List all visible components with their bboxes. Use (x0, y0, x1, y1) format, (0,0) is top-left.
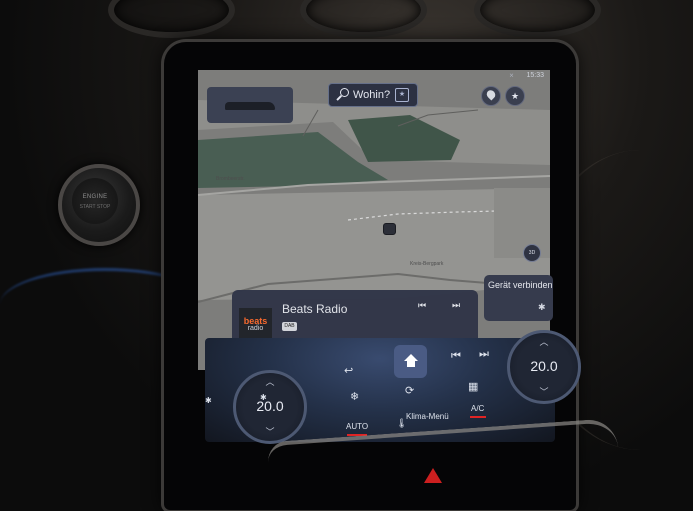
map-street-label: Brombeerstr. (216, 176, 245, 182)
chevron-up-icon[interactable]: ︿ (510, 335, 578, 348)
pin-icon (484, 88, 498, 101)
chevron-down-icon[interactable]: ﹀ (510, 385, 578, 398)
auto-climate-button[interactable]: AUTO (346, 422, 368, 431)
air-vent-center (300, 0, 427, 38)
previous-track-icon[interactable]: ⏮ (418, 300, 426, 311)
hazard-light-button[interactable] (424, 468, 442, 483)
air-vent-right (474, 0, 601, 38)
start-button-face[interactable]: ENGINE START STOP (72, 178, 118, 224)
car-interior-scene: ENGINE START STOP Wohin? ★ ⨯ 15:33 ★ Bro… (0, 0, 693, 511)
mute-icon: ⨯ (508, 73, 514, 79)
fan-icon[interactable]: ✱ (260, 393, 267, 402)
map-view-3d-icon[interactable]: 3D (523, 244, 541, 262)
dab-badge: DAB (282, 322, 297, 331)
passenger-temperature-value: 20.0 (530, 358, 558, 374)
map-area-label: Kreis-Bergpark (410, 261, 444, 267)
defrost-rear-icon[interactable]: ▦ (468, 380, 478, 393)
search-label: Wohin? (353, 89, 391, 101)
start-button-sublabel: START STOP (79, 204, 111, 210)
favorites-button[interactable]: ★ (505, 86, 525, 106)
vehicle-status-card[interactable] (207, 87, 293, 123)
back-icon[interactable]: ↩ (344, 364, 353, 377)
air-recirculation-icon[interactable]: ⟳ (405, 384, 414, 397)
bookmark-icon[interactable]: ★ (395, 88, 409, 102)
home-button[interactable] (394, 345, 427, 378)
passenger-temperature-knob[interactable]: ︿ 20.0 ﹀ (507, 330, 581, 404)
air-vent-left (108, 0, 235, 38)
car-icon (225, 102, 275, 110)
defrost-front-icon[interactable]: ❄ (350, 390, 359, 403)
station-logo-top: beats (243, 315, 268, 326)
driver-temperature-knob[interactable]: ︿ 20.0 ﹀ (233, 370, 307, 444)
home-icon (404, 354, 418, 367)
station-logo-bottom: radio (247, 324, 264, 332)
chevron-down-icon[interactable]: ﹀ (236, 425, 304, 438)
clock: 15:33 (526, 72, 544, 79)
start-button-label: ENGINE (82, 194, 108, 200)
station-logo: beats radio (239, 308, 272, 341)
bluetooth-icon: ✱ (538, 302, 546, 312)
climate-menu-button[interactable]: Klima-Menü (406, 412, 449, 421)
seat-heat-icon[interactable]: ✱ (205, 396, 212, 405)
previous-track-icon[interactable]: ⏮ (451, 350, 461, 363)
destination-search[interactable]: Wohin? ★ (328, 83, 418, 107)
next-track-icon[interactable]: ⏭ (452, 300, 460, 311)
ac-button[interactable]: A/C (471, 404, 484, 413)
search-icon (335, 88, 349, 102)
chevron-up-icon[interactable]: ︿ (236, 375, 304, 388)
driver-temperature-value: 20.0 (256, 398, 284, 414)
vehicle-position-marker (383, 223, 396, 235)
connect-device-label: Gerät verbinden (488, 280, 553, 290)
next-track-icon[interactable]: ⏭ (479, 348, 489, 361)
ac-active-indicator (470, 416, 486, 418)
station-name: Beats Radio (282, 302, 348, 316)
star-icon: ★ (510, 91, 520, 101)
destination-pin-button[interactable] (481, 86, 501, 106)
engine-start-button[interactable]: ENGINE START STOP (58, 164, 140, 246)
connect-device-card[interactable]: Gerät verbinden ✱ (484, 275, 553, 321)
